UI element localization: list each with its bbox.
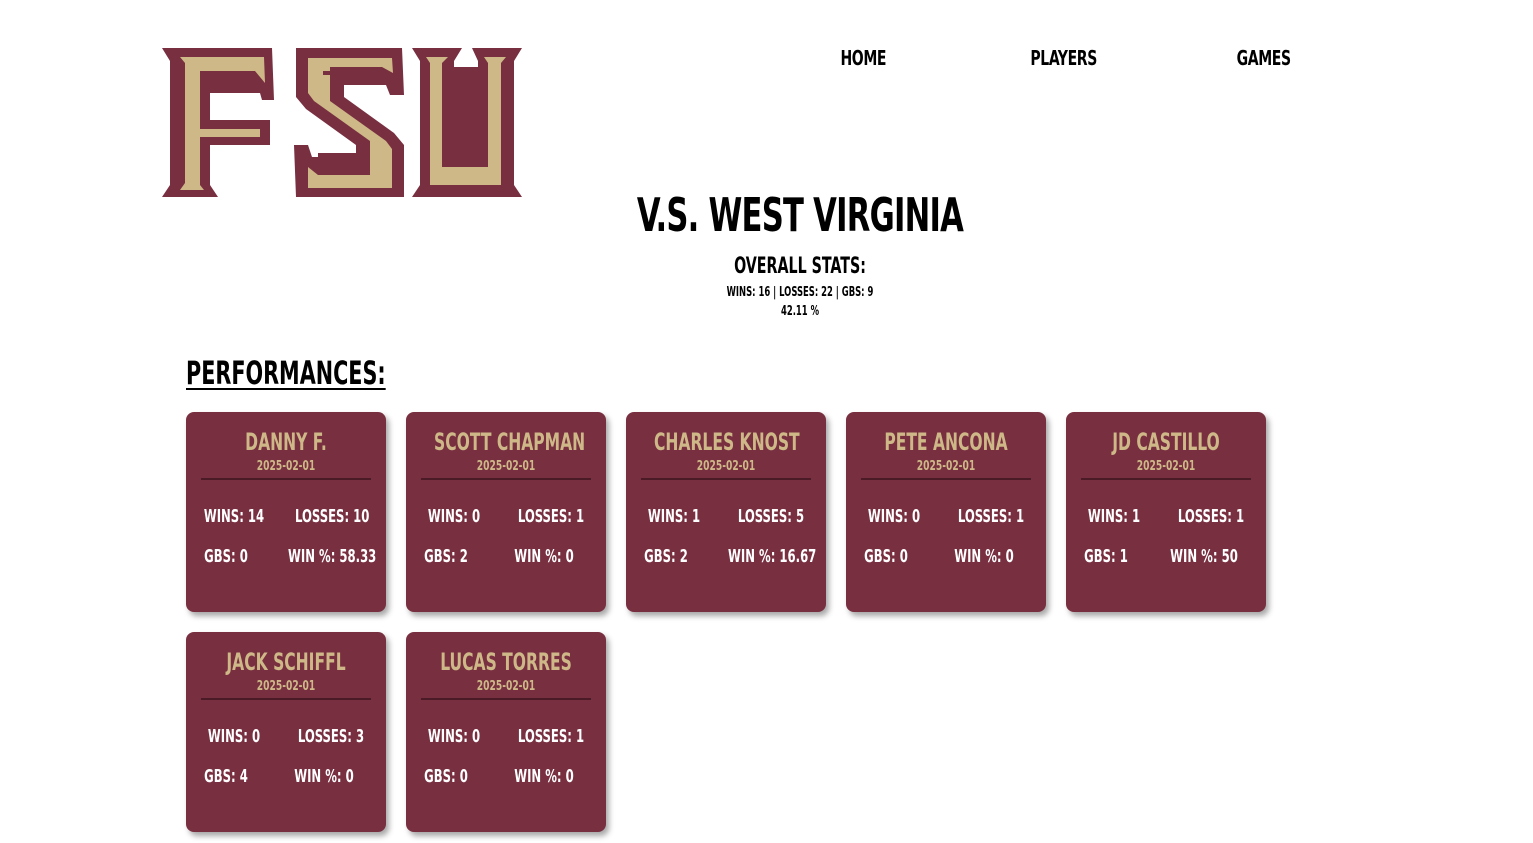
performance-card-jd-castillo[interactable]: JD CASTILLO 2025-02-01 WINS: 1 LOSSES: 1… <box>1066 412 1266 612</box>
stat-losses: LOSSES: 5 <box>737 506 805 527</box>
player-name: SCOTT CHAPMAN <box>434 428 586 456</box>
card-divider <box>861 478 1031 480</box>
performance-card-danny-f[interactable]: DANNY F. 2025-02-01 WINS: 14 LOSSES: 10 … <box>186 412 386 612</box>
stat-losses: LOSSES: 1 <box>517 726 585 747</box>
game-date: 2025-02-01 <box>256 679 316 694</box>
stat-losses: LOSSES: 1 <box>517 506 585 527</box>
nav-games-link[interactable]: GAMES <box>1237 46 1291 70</box>
stat-gbs: GBS: 4 <box>204 766 248 787</box>
stat-wins: WINS: 0 <box>867 506 921 527</box>
stat-gbs: GBS: 2 <box>644 546 688 567</box>
stat-win-percentage: WIN %: 0 <box>514 766 574 787</box>
stat-losses: LOSSES: 10 <box>295 506 370 527</box>
card-divider <box>201 478 371 480</box>
player-name: PETE ANCONA <box>884 428 1008 456</box>
performance-card-charles-knost[interactable]: CHARLES KNOST 2025-02-01 WINS: 1 LOSSES:… <box>626 412 826 612</box>
player-name: DANNY F. <box>245 428 327 456</box>
stat-wins: WINS: 0 <box>427 506 481 527</box>
player-name: LUCAS TORRES <box>440 648 572 676</box>
performance-card-scott-chapman[interactable]: SCOTT CHAPMAN 2025-02-01 WINS: 0 LOSSES:… <box>406 412 606 612</box>
overall-stats-line: WINS: 16 | LOSSES: 22 | GBS: 9 <box>726 285 874 300</box>
stat-gbs: GBS: 0 <box>864 546 908 567</box>
player-name: CHARLES KNOST <box>654 428 800 456</box>
game-date: 2025-02-01 <box>916 459 976 474</box>
stat-win-percentage: WIN %: 0 <box>954 546 1014 567</box>
performances-heading: PERFORMANCES: <box>186 354 386 392</box>
nav-home-link[interactable]: HOME <box>840 46 886 70</box>
stat-wins: WINS: 0 <box>427 726 481 747</box>
stat-wins: WINS: 14 <box>203 506 265 527</box>
stat-win-percentage: WIN %: 58.33 <box>288 546 377 567</box>
game-date: 2025-02-01 <box>696 459 756 474</box>
stat-wins: WINS: 1 <box>647 506 701 527</box>
player-name: JD CASTILLO <box>1112 428 1220 456</box>
game-date: 2025-02-01 <box>256 459 316 474</box>
stat-gbs: GBS: 0 <box>204 546 248 567</box>
card-divider <box>641 478 811 480</box>
player-name: JACK SCHIFFL <box>226 648 346 676</box>
stat-gbs: GBS: 0 <box>424 766 468 787</box>
card-divider <box>1081 478 1251 480</box>
game-date: 2025-02-01 <box>476 459 536 474</box>
stat-win-percentage: WIN %: 16.67 <box>728 546 817 567</box>
card-divider <box>421 698 591 700</box>
overall-stats-title: OVERALL STATS: <box>734 254 866 279</box>
stat-losses: LOSSES: 1 <box>1177 506 1245 527</box>
stat-wins: WINS: 0 <box>207 726 261 747</box>
game-title: V.S. WEST VIRGINIA <box>636 188 964 242</box>
stat-gbs: GBS: 2 <box>424 546 468 567</box>
game-date: 2025-02-01 <box>476 679 536 694</box>
game-date: 2025-02-01 <box>1136 459 1196 474</box>
performance-card-lucas-torres[interactable]: LUCAS TORRES 2025-02-01 WINS: 0 LOSSES: … <box>406 632 606 832</box>
stat-losses: LOSSES: 3 <box>297 726 365 747</box>
stat-win-percentage: WIN %: 50 <box>1170 546 1238 567</box>
stat-win-percentage: WIN %: 0 <box>294 766 354 787</box>
stat-wins: WINS: 1 <box>1087 506 1141 527</box>
stat-gbs: GBS: 1 <box>1084 546 1128 567</box>
overall-win-percentage: 42.11 % <box>780 304 820 319</box>
nav-players-link[interactable]: PLAYERS <box>1030 46 1097 70</box>
card-divider <box>201 698 371 700</box>
performance-card-pete-ancona[interactable]: PETE ANCONA 2025-02-01 WINS: 0 LOSSES: 1… <box>846 412 1046 612</box>
stat-losses: LOSSES: 1 <box>957 506 1025 527</box>
card-divider <box>421 478 591 480</box>
performance-card-jack-schiffl[interactable]: JACK SCHIFFL 2025-02-01 WINS: 0 LOSSES: … <box>186 632 386 832</box>
stat-win-percentage: WIN %: 0 <box>514 546 574 567</box>
main-nav: HOME PLAYERS GAMES <box>0 46 1533 76</box>
